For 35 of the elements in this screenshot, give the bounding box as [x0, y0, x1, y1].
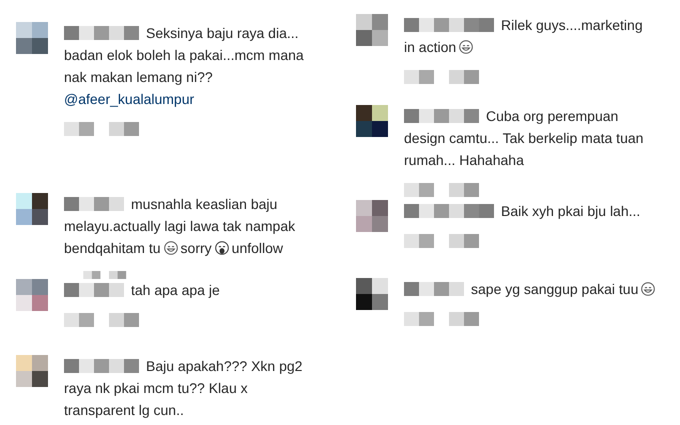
comment-text: musnahla keaslian baju	[131, 194, 278, 214]
comment-text: Rilek guys....marketing	[501, 16, 643, 35]
pixelated-username-drawing	[404, 282, 464, 296]
comment-text: badan elok boleh la pakai...mcm mana	[64, 46, 304, 65]
pixelated-avatar-drawing	[16, 192, 48, 225]
comment-text: Baik xyh pkai bju lah...	[501, 202, 640, 221]
comment-text: in action	[404, 38, 456, 57]
grinning-face-icon	[459, 40, 474, 54]
comment-text: tah apa apa je	[131, 280, 220, 300]
comment-text: sape yg sanggup pakai tuu	[471, 280, 638, 299]
pixelated-avatar-drawing	[16, 22, 48, 54]
grinning-face-icon	[641, 282, 656, 296]
comment-text: unfollow	[232, 238, 284, 258]
comment-text: Baju apakah??? Xkn pg2	[146, 357, 302, 376]
pixelated-avatar-drawing	[16, 355, 48, 387]
comment-text: rumah... Hahahaha	[404, 151, 524, 170]
comment-text: sorry	[180, 238, 212, 258]
screaming-face-icon	[214, 240, 229, 255]
pixelated-avatar-drawing	[356, 278, 388, 310]
pixelated-avatar-drawing	[356, 14, 388, 46]
comment-text: Cuba org perempuan	[486, 107, 618, 126]
mention-link[interactable]: @afeer_kualalumpur	[64, 88, 194, 110]
pixelated-avatar-drawing	[356, 200, 388, 232]
grinning-face-icon	[164, 240, 178, 255]
pixelated-avatar-drawing	[356, 105, 388, 137]
comment-text: Seksinya baju raya dia...	[146, 24, 299, 43]
comment-text: bendqahitam tu	[64, 238, 161, 258]
comment-text: transparent lg cun..	[64, 401, 184, 420]
comment-text: nak makan lemang ni??	[64, 68, 213, 87]
comment-text: raya nk pkai mcm tu?? Klau x	[64, 379, 248, 398]
comment-text: design camtu... Tak berkelip mata tuan	[404, 129, 644, 148]
comment-text: melayu.actually lagi lawa tak nampak	[64, 216, 296, 236]
pixelated-avatar-drawing	[16, 278, 48, 311]
pixelated-username-drawing	[64, 282, 124, 297]
pixelated-username-drawing	[64, 196, 124, 211]
